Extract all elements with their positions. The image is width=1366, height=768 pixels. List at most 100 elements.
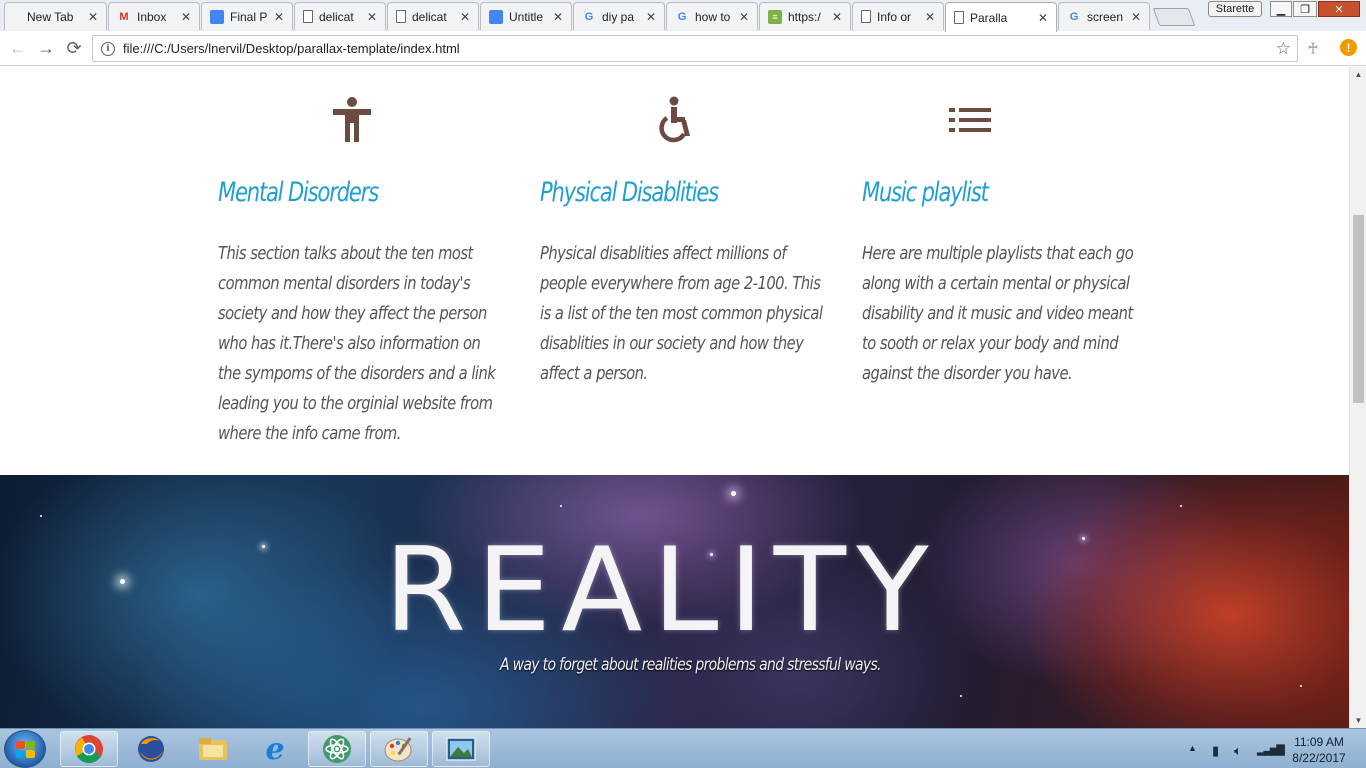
photo-viewer-icon bbox=[446, 737, 476, 761]
taskbar-paint[interactable] bbox=[370, 731, 428, 767]
start-button[interactable] bbox=[4, 730, 46, 768]
star-sparkle bbox=[731, 491, 736, 496]
tab-4[interactable]: delicat ✕ bbox=[387, 2, 479, 30]
atom-icon bbox=[323, 735, 351, 763]
clock-date: 8/22/2017 bbox=[1292, 751, 1346, 765]
feature-heading[interactable]: Music playlist bbox=[862, 177, 989, 208]
vertical-scrollbar[interactable]: ▲ ▼ bbox=[1349, 67, 1366, 728]
chrome-icon bbox=[75, 735, 103, 763]
tab-title: Inbox bbox=[137, 9, 167, 24]
tab-title: Info or bbox=[877, 9, 912, 24]
feature-heading[interactable]: Mental Disorders bbox=[218, 177, 379, 208]
clock-time: 11:09 AM bbox=[1294, 735, 1344, 749]
tab-11[interactable]: G screen ✕ bbox=[1058, 2, 1150, 30]
scroll-up-arrow-icon[interactable]: ▲ bbox=[1350, 67, 1366, 82]
forward-arrow-icon[interactable]: → bbox=[34, 36, 58, 60]
tab-8[interactable]: ≡ https:/ ✕ bbox=[759, 2, 851, 30]
accessibility-icon bbox=[322, 93, 382, 147]
tab-5[interactable]: Untitle ✕ bbox=[480, 2, 572, 30]
tab-6[interactable]: G diy pa ✕ bbox=[573, 2, 665, 30]
tab-close-icon[interactable]: ✕ bbox=[367, 10, 377, 24]
tab-title: how to bbox=[695, 9, 731, 24]
tab-title: New Tab bbox=[27, 9, 74, 24]
maximize-button[interactable]: ❐ bbox=[1293, 1, 1317, 17]
tab-close-icon[interactable]: ✕ bbox=[460, 10, 470, 24]
taskbar-photo-viewer[interactable] bbox=[432, 731, 490, 767]
tab-10[interactable]: Paralla ✕ bbox=[945, 2, 1057, 32]
file-explorer-icon bbox=[199, 738, 227, 760]
taskbar-file-explorer[interactable] bbox=[184, 731, 242, 767]
windows-taskbar: e ▲ ▮ 🔈︎ ▂▃▅▇ 11:09 AM 8/22/2017 bbox=[0, 728, 1366, 768]
volume-icon[interactable]: 🔈︎ bbox=[1234, 743, 1242, 759]
star-sparkle bbox=[1180, 505, 1182, 507]
tab-close-icon[interactable]: ✕ bbox=[1131, 10, 1141, 24]
windows-logo-icon bbox=[16, 741, 36, 759]
google-icon: G bbox=[1069, 10, 1079, 23]
tab-title: Untitle bbox=[509, 9, 544, 24]
internet-explorer-icon: e bbox=[265, 731, 285, 767]
star-sparkle bbox=[40, 515, 42, 517]
feature-description: Here are multiple playlists that each go… bbox=[862, 244, 1134, 384]
chrome-menu-alert-icon[interactable]: ! bbox=[1340, 39, 1357, 56]
tab-0[interactable]: New Tab ✕ bbox=[4, 2, 107, 30]
paint-icon bbox=[384, 737, 412, 762]
scrollbar-thumb[interactable] bbox=[1353, 215, 1364, 403]
tab-close-icon[interactable]: ✕ bbox=[88, 10, 98, 24]
feature-heading[interactable]: Physical Disablities bbox=[540, 177, 719, 208]
extension-icon[interactable]: ♰ bbox=[1307, 39, 1319, 59]
hero-tagline: A way to forget about realities problems… bbox=[500, 655, 881, 675]
page-icon bbox=[954, 11, 964, 24]
reload-icon[interactable]: ⟳ bbox=[62, 36, 86, 60]
tab-9[interactable]: Info or ✕ bbox=[852, 2, 944, 30]
tab-3[interactable]: delicat ✕ bbox=[294, 2, 386, 30]
show-hidden-icons-icon[interactable]: ▲ bbox=[1188, 743, 1197, 753]
docs-icon bbox=[489, 9, 503, 24]
scroll-down-arrow-icon[interactable]: ▼ bbox=[1350, 713, 1366, 728]
tab-close-icon[interactable]: ✕ bbox=[646, 10, 656, 24]
bookmark-star-icon[interactable]: ☆ bbox=[1276, 39, 1291, 59]
tab-close-icon[interactable]: ✕ bbox=[739, 10, 749, 24]
network-signal-icon[interactable]: ▂▃▅▇ bbox=[1257, 743, 1285, 756]
tab-title: diy pa bbox=[602, 9, 635, 24]
hero-title: REALITY bbox=[384, 523, 939, 658]
wheelchair-icon bbox=[644, 93, 704, 147]
tab-1[interactable]: M Inbox ✕ bbox=[108, 2, 200, 30]
minimize-button[interactable]: ▁ bbox=[1270, 1, 1292, 17]
address-bar[interactable]: i file:///C:/Users/lnervil/Desktop/paral… bbox=[92, 35, 1298, 62]
new-tab-button[interactable] bbox=[1152, 8, 1196, 26]
tab-title: screen bbox=[1087, 9, 1124, 24]
google-icon: G bbox=[584, 10, 594, 23]
tab-close-icon[interactable]: ✕ bbox=[553, 10, 563, 24]
back-arrow-icon[interactable]: ← bbox=[6, 36, 30, 60]
docs-icon bbox=[210, 9, 224, 24]
browser-toolbar: ← → ⟳ i file:///C:/Users/lnervil/Desktop… bbox=[0, 31, 1366, 66]
tab-strip: New Tab ✕ M Inbox ✕ Final P ✕ delicat ✕ … bbox=[0, 0, 1366, 32]
tab-close-icon[interactable]: ✕ bbox=[181, 10, 191, 24]
tab-2[interactable]: Final P ✕ bbox=[201, 2, 293, 30]
google-icon: G bbox=[677, 10, 687, 23]
tab-title: Final P bbox=[230, 9, 268, 24]
firefox-icon bbox=[138, 736, 164, 762]
profile-button[interactable]: Starette bbox=[1208, 1, 1262, 17]
tab-title: Paralla bbox=[970, 10, 1008, 25]
tab-7[interactable]: G how to ✕ bbox=[666, 2, 758, 30]
star-sparkle bbox=[1082, 537, 1085, 540]
parallax-hero-banner: REALITY A way to forget about realities … bbox=[0, 475, 1349, 728]
star-sparkle bbox=[262, 545, 265, 548]
page-icon bbox=[303, 10, 313, 23]
info-icon[interactable]: i bbox=[101, 41, 115, 56]
taskbar-atom[interactable] bbox=[308, 731, 366, 767]
star-sparkle bbox=[120, 579, 125, 584]
tab-close-icon[interactable]: ✕ bbox=[832, 10, 842, 24]
tab-close-icon[interactable]: ✕ bbox=[274, 10, 284, 24]
taskbar-internet-explorer[interactable]: e bbox=[246, 731, 304, 767]
tab-close-icon[interactable]: ✕ bbox=[1038, 11, 1048, 25]
address-text[interactable]: file:///C:/Users/lnervil/Desktop/paralla… bbox=[123, 41, 460, 56]
tab-close-icon[interactable]: ✕ bbox=[925, 10, 935, 24]
system-clock[interactable]: 11:09 AM 8/22/2017 bbox=[1282, 734, 1356, 766]
battery-icon[interactable]: ▮ bbox=[1212, 743, 1219, 759]
taskbar-firefox[interactable] bbox=[122, 731, 180, 767]
taskbar-chrome[interactable] bbox=[60, 731, 118, 767]
close-window-button[interactable]: ✕ bbox=[1318, 1, 1360, 17]
star-sparkle bbox=[960, 695, 962, 697]
